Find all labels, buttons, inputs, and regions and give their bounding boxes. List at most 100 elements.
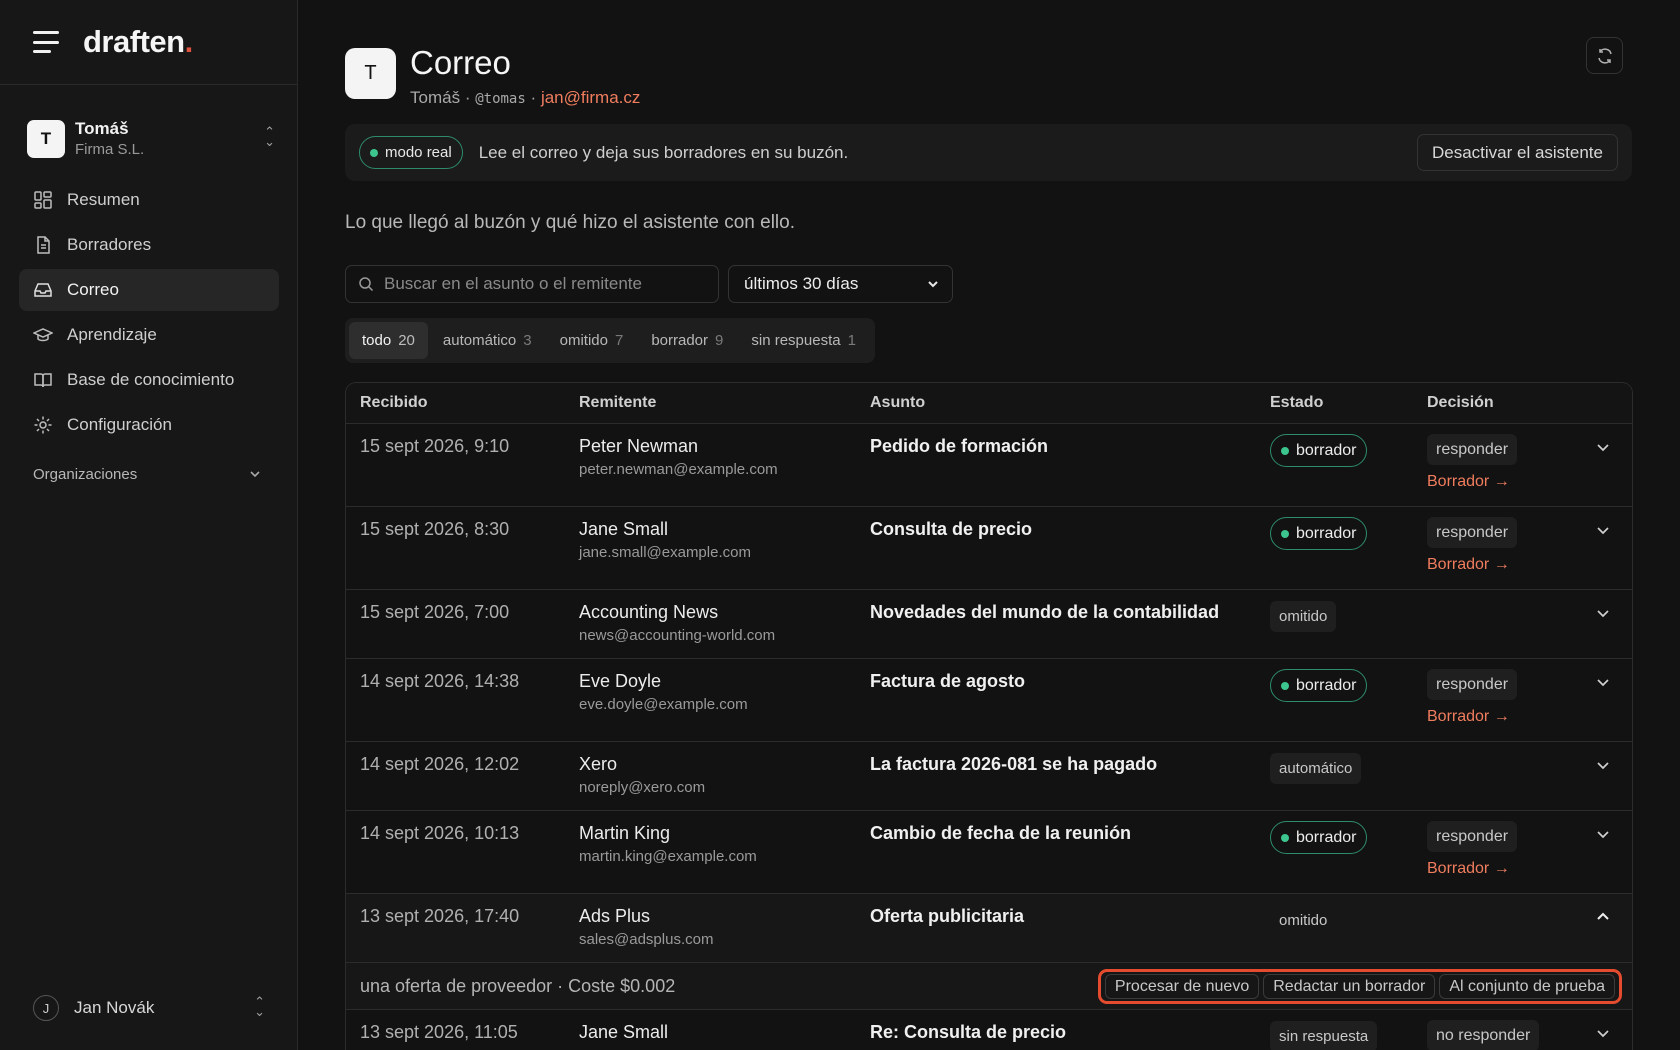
received-date: 15 sept 2026, 8:30 — [360, 519, 510, 539]
refresh-icon — [1597, 47, 1612, 64]
status-badge: borrador — [1270, 669, 1368, 702]
decision-badge: responder — [1427, 517, 1518, 548]
column-header-decision[interactable]: Decisión — [1427, 394, 1494, 412]
decision-badge: responder — [1427, 434, 1518, 465]
sidebar-item-label: Correo — [67, 280, 119, 299]
subject: Re: Consulta de precio — [870, 1022, 1067, 1042]
sidebar-nav: Resumen Borradores Correo Aprendizaje Ba… — [19, 179, 279, 449]
page-subtitle: Tomáš · @tomas · jan@firma.cz — [410, 88, 641, 108]
logo[interactable]: draften. — [83, 24, 193, 60]
sender-name: Accounting News — [579, 602, 719, 622]
organizations-section[interactable]: Organizaciones — [33, 466, 263, 483]
org-switcher[interactable]: T Tomáš Firma S.L. ⌃ ⌄ — [27, 113, 275, 165]
chevron-down-icon[interactable] — [1594, 604, 1612, 622]
chevron-down-icon[interactable] — [1594, 438, 1612, 456]
sidebar-item-base-conocimiento[interactable]: Base de conocimiento — [19, 359, 279, 401]
subject: Consulta de precio — [870, 519, 1033, 539]
sidebar-item-label: Base de conocimiento — [67, 370, 235, 389]
chevron-updown-icon: ⌃ ⌄ — [254, 994, 265, 1020]
received-date: 15 sept 2026, 9:10 — [360, 436, 510, 456]
filter-tab-omitido[interactable]: omitido 7 — [547, 322, 637, 359]
search-input[interactable] — [384, 274, 704, 294]
received-date: 14 sept 2026, 14:38 — [360, 671, 520, 691]
column-header-state[interactable]: Estado — [1270, 394, 1323, 412]
table-row[interactable]: 15 sept 2026, 8:30 Jane Small jane.small@… — [346, 507, 1632, 590]
table-header: Recibido Remitente Asunto Estado Decisió… — [346, 383, 1632, 424]
page-title: Correo — [410, 44, 511, 81]
header-name: Tomáš — [410, 88, 461, 108]
sidebar-item-aprendizaje[interactable]: Aprendizaje — [19, 314, 279, 356]
subject: Oferta publicitaria — [870, 906, 1025, 926]
column-header-subject[interactable]: Asunto — [870, 394, 925, 412]
user-avatar: J — [33, 995, 59, 1021]
filter-tab-todo[interactable]: todo 20 — [349, 322, 428, 359]
deactivate-assistant-button[interactable]: Desactivar el asistente — [1416, 134, 1618, 171]
reprocess-button[interactable]: Procesar de nuevo — [1104, 974, 1260, 999]
chevron-down-icon[interactable] — [1594, 521, 1612, 539]
draft-reply-button[interactable]: Redactar un borrador — [1263, 974, 1436, 999]
menu-icon[interactable] — [33, 31, 59, 53]
table-row[interactable]: 13 sept 2026, 11:05 Jane Small Re: Consu… — [346, 1010, 1632, 1050]
status-badge: borrador — [1270, 821, 1368, 854]
sender-name: Jane Small — [579, 1022, 669, 1042]
date-range-select[interactable]: últimos 30 días — [728, 265, 953, 303]
date-range-value: últimos 30 días — [744, 274, 859, 293]
chevron-down-icon[interactable] — [1594, 673, 1612, 691]
user-name: Jan Novák — [74, 998, 155, 1017]
filter-tab-borrador[interactable]: borrador 9 — [638, 322, 736, 359]
table-row-expanded[interactable]: 13 sept 2026, 17:40 Ads Plus sales@adsplu… — [346, 894, 1632, 963]
decision-badge: responder — [1427, 821, 1518, 852]
detail-actions: Procesar de nuevo Redactar un borrador A… — [1097, 969, 1622, 1004]
sidebar-item-configuracion[interactable]: Configuración — [19, 404, 279, 446]
row-detail: una oferta de proveedor · Coste $0.002 P… — [346, 963, 1632, 1010]
sidebar-item-correo[interactable]: Correo — [19, 269, 279, 311]
filter-tab-sin-respuesta[interactable]: sin respuesta 1 — [738, 322, 869, 359]
add-to-test-set-button[interactable]: Al conjunto de prueba — [1439, 974, 1615, 999]
assistant-banner: modo real Lee el correo y deja sus borra… — [345, 124, 1632, 181]
subject: Novedades del mundo de la contabilidad — [870, 602, 1220, 622]
sender-email: noreply@xero.com — [579, 779, 706, 796]
sidebar-item-resumen[interactable]: Resumen — [19, 179, 279, 221]
search-field[interactable] — [345, 265, 719, 303]
table-row[interactable]: 15 sept 2026, 9:10 Peter Newman peter.new… — [346, 424, 1632, 507]
main-content: T Correo Tomáš · @tomas · jan@firma.cz m… — [345, 0, 1635, 1050]
draft-link[interactable]: Borrador → — [1427, 860, 1517, 878]
draft-link[interactable]: Borrador → — [1427, 708, 1517, 726]
sender-name: Ads Plus — [579, 906, 651, 926]
chevron-down-icon[interactable] — [1594, 756, 1612, 774]
chevron-down-icon[interactable] — [1594, 1024, 1612, 1042]
sidebar: draften. T Tomáš Firma S.L. ⌃ ⌄ Resumen B… — [0, 0, 298, 1050]
chevron-up-icon[interactable] — [1594, 908, 1612, 926]
org-avatar: T — [27, 120, 65, 158]
column-header-sender[interactable]: Remitente — [579, 394, 656, 412]
table-row[interactable]: 14 sept 2026, 14:38 Eve Doyle eve.doyle@e… — [346, 659, 1632, 742]
sender-email: martin.king@example.com — [579, 848, 757, 865]
dashboard-icon — [34, 191, 52, 209]
sender-name: Eve Doyle — [579, 671, 662, 691]
table-row[interactable]: 14 sept 2026, 12:02 Xero noreply@xero.com… — [346, 742, 1632, 811]
user-menu[interactable]: J Jan Novák ⌃ ⌄ — [33, 995, 265, 1021]
draft-link[interactable]: Borrador → — [1427, 473, 1517, 491]
mode-badge: modo real — [359, 136, 463, 169]
chevron-down-icon[interactable] — [1594, 825, 1612, 843]
page-header: T Correo Tomáš · @tomas · jan@firma.cz — [345, 44, 641, 108]
sender-email: news@accounting-world.com — [579, 627, 776, 644]
sidebar-item-borradores[interactable]: Borradores — [19, 224, 279, 266]
filter-tab-automatico[interactable]: automático 3 — [430, 322, 545, 359]
table-row[interactable]: 14 sept 2026, 10:13 Martin King martin.ki… — [346, 811, 1632, 894]
sender-email: eve.doyle@example.com — [579, 696, 748, 713]
table-row[interactable]: 15 sept 2026, 7:00 Accounting News news@a… — [346, 590, 1632, 659]
document-icon — [37, 236, 50, 254]
status-badge: automático — [1270, 753, 1362, 784]
received-date: 13 sept 2026, 11:05 — [360, 1022, 518, 1042]
status-badge: omitido — [1270, 601, 1337, 632]
header-handle: @tomas — [475, 91, 526, 108]
draft-link[interactable]: Borrador → — [1427, 556, 1517, 574]
sender-name: Jane Small — [579, 519, 669, 539]
column-header-received[interactable]: Recibido — [360, 394, 428, 412]
refresh-button[interactable] — [1586, 37, 1623, 74]
sender-name: Peter Newman — [579, 436, 699, 456]
sender-email: peter.newman@example.com — [579, 461, 778, 478]
brand-bar: draften. — [0, 0, 297, 85]
header-email-link[interactable]: jan@firma.cz — [541, 88, 640, 107]
